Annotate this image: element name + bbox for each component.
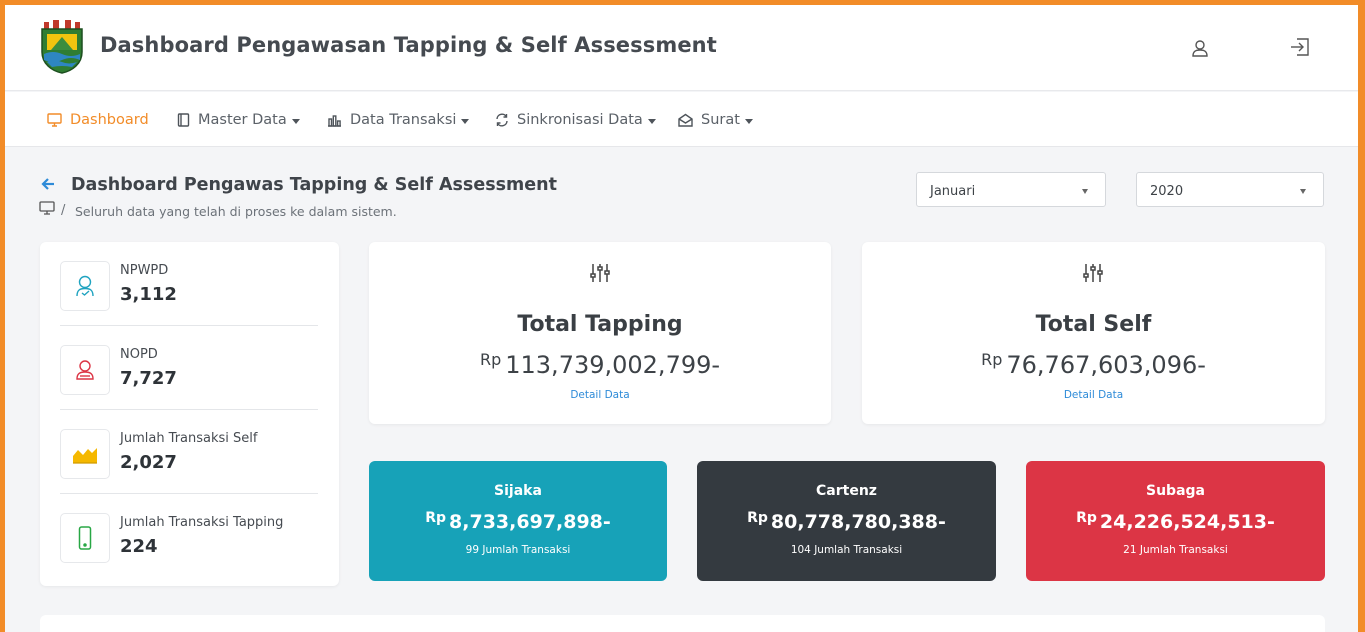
source-amount: Rp 8,733,697,898- [369, 510, 667, 533]
chevron-down-icon [291, 118, 300, 124]
stat-icon-box [60, 429, 110, 479]
envelope-icon [678, 113, 693, 127]
source-card-cartenz[interactable]: Cartenz Rp 80,778,780,388- 104 Jumlah Tra… [697, 461, 996, 581]
amount-value: 76,767,603,096- [1006, 351, 1206, 379]
stat-transaksi-self: Jumlah Transaksi Self 2,027 [60, 410, 318, 494]
stat-transaksi-tapping: Jumlah Transaksi Tapping 224 [60, 494, 318, 578]
main-nav: Dashboard Master Data Data Transaksi Sin… [5, 92, 1358, 147]
amount-value: 113,739,002,799- [505, 351, 721, 379]
source-count: 104 Jumlah Transaksi [790, 544, 903, 556]
currency-label: Rp [747, 510, 768, 526]
month-select-value: Januari [930, 184, 976, 199]
currency-label: Rp [425, 510, 447, 526]
stat-label: Jumlah Transaksi Tapping [120, 515, 284, 530]
amount-value: 80,778,780,388- [770, 511, 946, 533]
bottom-card [40, 615, 1325, 632]
source-name: Subaga [1146, 483, 1205, 499]
source-card-sijaka[interactable]: Sijaka Rp 8,733,697,898- 99 Jumlah Transa… [369, 461, 667, 581]
stat-npwpd: NPWPD 3,112 [60, 242, 318, 326]
sliders-icon [590, 264, 610, 282]
detail-data-link[interactable]: Detail Data [369, 389, 831, 401]
chevron-down-icon [461, 118, 470, 124]
stat-label: Jumlah Transaksi Self [120, 431, 258, 446]
top-header: Dashboard Pengawasan Tapping & Self Asse… [5, 5, 1358, 91]
nav-label: Dashboard [70, 112, 149, 128]
source-name: Sijaka [494, 483, 542, 499]
currency-label: Rp [479, 350, 502, 369]
source-count: 99 Jumlah Transaksi [465, 544, 571, 556]
nav-item-dashboard[interactable]: Dashboard [47, 110, 149, 130]
nav-item-master-data[interactable]: Master Data [177, 110, 300, 130]
sliders-icon [1083, 264, 1103, 282]
monitor-icon [47, 113, 62, 127]
stat-value: 2,027 [120, 452, 177, 473]
year-select[interactable]: 2020 [1136, 172, 1324, 207]
amount-value: 24,226,524,513- [1099, 511, 1275, 533]
source-card-subaga[interactable]: Subaga Rp 24,226,524,513- 21 Jumlah Trans… [1026, 461, 1325, 581]
total-self-title: Total Self [1035, 312, 1152, 337]
app-title: Dashboard Pengawasan Tapping & Self Asse… [100, 33, 717, 57]
nav-item-data-transaksi[interactable]: Data Transaksi [327, 110, 470, 130]
source-name: Cartenz [816, 483, 877, 499]
stat-label: NOPD [120, 347, 158, 362]
stat-value: 224 [120, 536, 158, 557]
nav-label: Surat [701, 112, 740, 128]
total-tapping-title: Total Tapping [517, 312, 683, 337]
stat-nopd: NOPD 7,727 [60, 326, 318, 410]
total-tapping-card: Total Tapping Rp 113,739,002,799- Detail … [369, 242, 831, 424]
app-frame: Dashboard Pengawasan Tapping & Self Asse… [5, 5, 1358, 632]
nav-item-surat[interactable]: Surat [678, 110, 753, 130]
nav-label: Sinkronisasi Data [517, 112, 643, 128]
nav-label: Data Transaksi [350, 112, 457, 128]
stat-icon-box [60, 345, 110, 395]
detail-data-link[interactable]: Detail Data [862, 389, 1325, 401]
amount-value: 8,733,697,898- [449, 511, 611, 533]
currency-label: Rp [981, 350, 1003, 369]
monitor-icon [39, 201, 55, 215]
sync-icon [496, 113, 508, 127]
page-title: Dashboard Pengawas Tapping & Self Assess… [71, 175, 557, 195]
year-select-value: 2020 [1150, 184, 1184, 199]
total-self-card: Total Self Rp 76,767,603,096- Detail Data [862, 242, 1325, 424]
breadcrumb: Seluruh data yang telah di proses ke dal… [75, 204, 397, 219]
chevron-down-icon [1082, 189, 1088, 194]
logout-icon[interactable] [1289, 36, 1311, 58]
user-icon[interactable] [1189, 37, 1211, 59]
arrow-left-icon[interactable] [41, 177, 55, 191]
breadcrumb-separator: / [61, 203, 66, 218]
chevron-down-icon [1300, 189, 1306, 194]
area-chart-icon [73, 448, 97, 464]
chevron-down-icon [647, 118, 656, 124]
chevron-down-icon [744, 118, 753, 124]
total-self-amount: Rp 76,767,603,096- [862, 350, 1325, 379]
stat-icon-box [60, 513, 110, 563]
source-amount: Rp 80,778,780,388- [697, 510, 996, 533]
source-count: 21 Jumlah Transaksi [1123, 544, 1228, 556]
stat-value: 3,112 [120, 284, 177, 305]
stat-icon-box [60, 261, 110, 311]
month-select[interactable]: Januari [916, 172, 1106, 207]
nav-label: Master Data [198, 112, 287, 128]
user-outline-icon [76, 275, 94, 297]
stat-label: NPWPD [120, 263, 169, 278]
currency-label: Rp [1076, 510, 1097, 526]
book-icon [177, 113, 190, 127]
mobile-icon [78, 526, 92, 550]
users-outline-icon [76, 360, 94, 380]
source-amount: Rp 24,226,524,513- [1026, 510, 1325, 533]
bar-chart-icon [328, 115, 341, 127]
stats-card: NPWPD 3,112 NOPD 7,727 Jumlah Transaksi … [40, 242, 339, 586]
nav-item-sinkronisasi-data[interactable]: Sinkronisasi Data [495, 110, 656, 130]
stat-value: 7,727 [120, 368, 177, 389]
total-tapping-amount: Rp 113,739,002,799- [369, 350, 831, 379]
logo-emblem [41, 20, 83, 74]
